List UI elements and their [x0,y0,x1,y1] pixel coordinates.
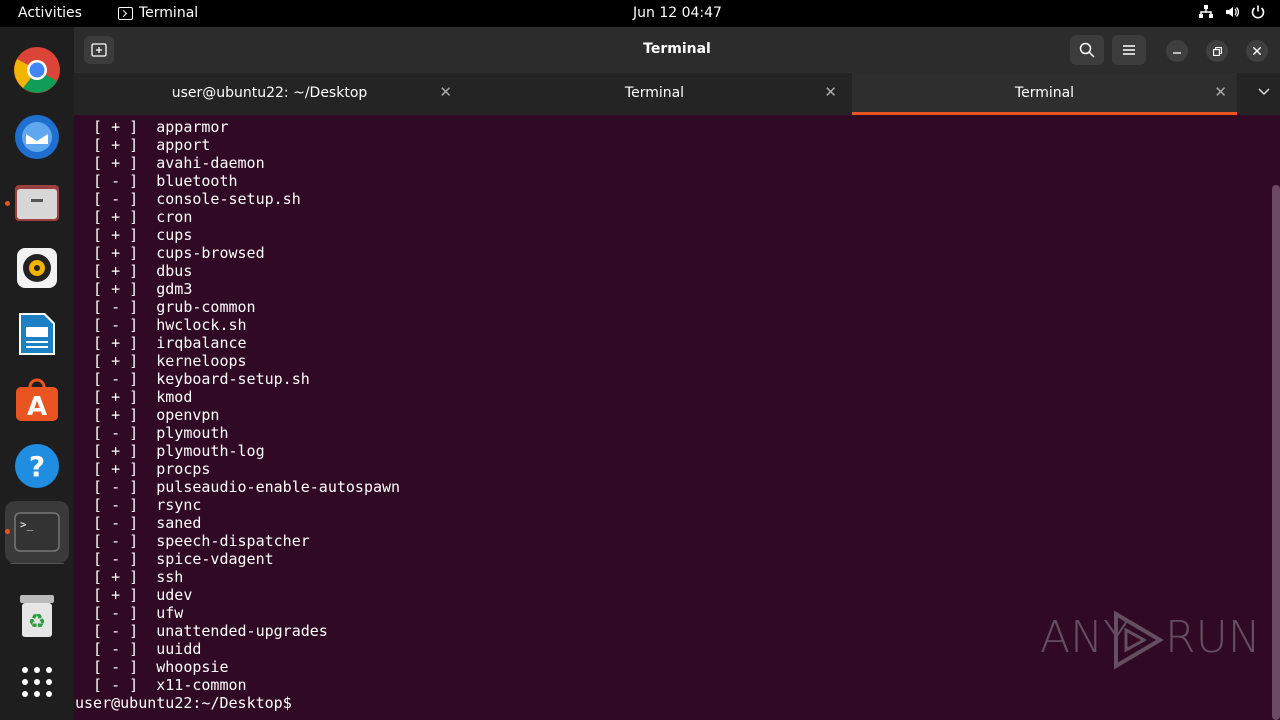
tab-label: Terminal [624,85,685,101]
tab-label: Terminal [1014,85,1075,101]
tab-close-icon[interactable]: ✕ [824,83,837,101]
output-line: [ + ] apparmor [84,118,229,136]
rhythmbox-icon[interactable] [12,243,62,293]
output-line: [ + ] procps [84,460,211,478]
writer-icon[interactable] [12,309,62,359]
terminal-icon[interactable]: >_ [12,507,62,557]
output-line: [ - ] plymouth [84,424,229,442]
help-icon[interactable]: ? [12,441,62,491]
output-line: [ + ] gdm3 [84,280,193,298]
output-line: [ - ] pulseaudio-enable-autospawn [84,478,401,496]
output-line: [ - ] hwclock.sh [84,316,247,334]
output-line: [ + ] dbus [84,262,193,280]
output-line: [ + ] openvpn [84,406,220,424]
clock[interactable]: Jun 12 04:47 [0,5,1280,21]
search-icon [1079,42,1095,58]
running-indicator [5,529,10,534]
top-bar: Activities Terminal Jun 12 04:47 [0,0,1280,27]
output-line: [ + ] cups-browsed [84,244,265,262]
volume-icon [1226,7,1240,17]
maximize-button[interactable] [1206,40,1228,62]
output-line: [ - ] console-setup.sh [84,190,301,208]
svg-text:>_: >_ [20,518,34,531]
search-button[interactable] [1070,35,1104,65]
output-line: [ - ] x11-common [84,676,247,694]
dock: A ? >_ ♻ [0,27,74,720]
scrollbar[interactable] [1272,185,1280,720]
close-icon [1253,47,1261,55]
chevron-down-icon[interactable] [1258,85,1270,99]
network-icon [1199,5,1213,18]
output-line: [ + ] irqbalance [84,334,247,352]
menu-button[interactable] [1112,35,1146,65]
play-logo-icon [1114,610,1164,670]
app-center-icon[interactable]: A [12,375,62,425]
output-line: [ - ] uuidd [84,640,202,658]
system-tray[interactable] [1198,4,1266,20]
output-line: [ - ] unattended-upgrades [84,622,328,640]
output-line: [ + ] kmod [84,388,193,406]
shell-prompt: user@ubuntu22:~/Desktop$ [75,694,292,712]
hamburger-icon [1123,45,1135,55]
title-bar[interactable]: Terminal [74,27,1280,73]
output-line: [ - ] spice-vdagent [84,550,274,568]
output-line: [ + ] udev [84,586,193,604]
power-icon [1251,5,1265,19]
svg-text:A: A [27,392,47,422]
output-line: [ + ] cron [84,208,193,226]
tab-terminal-1[interactable]: Terminal ✕ [462,73,847,115]
watermark-right: RUN [1165,612,1261,663]
output-line: [ - ] grub-common [84,298,256,316]
tab-bar: user@ubuntu22: ~/Desktop ✕ Terminal ✕ Te… [74,73,1280,115]
output-line: [ - ] speech-dispatcher [84,532,310,550]
output-line: [ + ] plymouth-log [84,442,265,460]
output-line: [ - ] rsync [84,496,202,514]
output-line: [ + ] avahi-daemon [84,154,265,172]
output-line: [ - ] whoopsie [84,658,229,676]
tab-label: user@ubuntu22: ~/Desktop [171,85,368,101]
svg-text:?: ? [29,450,45,483]
trash-icon[interactable]: ♻ [12,591,62,641]
dock-separator [10,563,64,564]
tab-close-icon[interactable]: ✕ [1214,83,1227,101]
thunderbird-icon[interactable] [12,111,62,161]
minimize-button[interactable] [1166,40,1188,62]
running-indicator [5,201,10,206]
output-line: [ + ] cups [84,226,193,244]
output-line: [ - ] saned [84,514,202,532]
tab-desktop[interactable]: user@ubuntu22: ~/Desktop ✕ [77,73,462,115]
show-apps-icon[interactable] [12,657,62,707]
svg-text:♻: ♻ [28,609,46,633]
minimize-icon [1173,52,1181,54]
output-line: [ + ] ssh [84,568,184,586]
tab-close-icon[interactable]: ✕ [439,83,452,101]
output-line: [ - ] ufw [84,604,184,622]
anyrun-watermark: ANY RUN [1040,610,1261,670]
files-icon[interactable] [12,177,62,227]
restore-icon [1212,46,1222,56]
output-line: [ + ] apport [84,136,211,154]
output-line: [ + ] kerneloops [84,352,247,370]
output-line: [ - ] keyboard-setup.sh [84,370,310,388]
output-line: [ - ] bluetooth [84,172,238,190]
tab-terminal-2[interactable]: Terminal ✕ [852,73,1237,115]
chrome-icon[interactable] [12,45,62,95]
close-button[interactable] [1246,40,1268,62]
